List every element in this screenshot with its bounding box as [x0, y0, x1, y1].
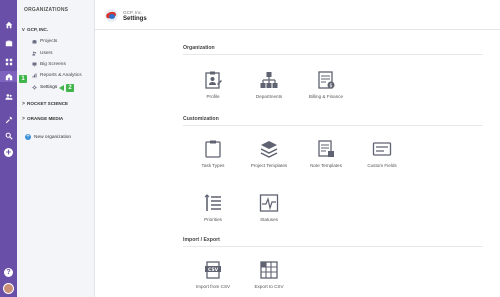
- screen-icon: [32, 62, 37, 67]
- help-icon[interactable]: ?: [4, 268, 13, 277]
- tile-import-from-csv[interactable]: CSV Import from CSV: [183, 260, 243, 289]
- tile-profile[interactable]: Profile: [183, 70, 243, 99]
- add-icon[interactable]: +: [4, 148, 13, 157]
- arrow-left-icon: [59, 85, 64, 91]
- divider: [183, 125, 483, 126]
- bar-chart-icon: [32, 73, 37, 78]
- step-badge-1: 1: [19, 75, 27, 83]
- clipboard-icon: [205, 140, 221, 158]
- organization-icon[interactable]: [0, 71, 17, 82]
- org-name: GCP, Inc.: [123, 10, 143, 15]
- sidebar-title: ORGANIZATIONS: [24, 7, 69, 13]
- divider: [183, 246, 483, 247]
- step-badge-2: 2: [66, 84, 74, 92]
- sidebar-item-projects[interactable]: Projects: [32, 39, 57, 44]
- csv-import-icon: CSV: [205, 261, 221, 279]
- sidebar-item-big-screens[interactable]: Big Screens: [32, 62, 66, 67]
- custom-fields-icon: [372, 142, 392, 156]
- page-title: Settings: [123, 16, 147, 22]
- priorities-icon: [204, 194, 221, 211]
- tile-custom-fields[interactable]: Custom Fields: [352, 139, 412, 168]
- org-rocket-science[interactable]: > ROCKET SCIENCE: [22, 101, 68, 107]
- tile-export-to-csv[interactable]: Export to CSV: [239, 260, 299, 289]
- new-organization-button[interactable]: + New organization: [25, 134, 71, 140]
- statuses-icon: [259, 194, 279, 212]
- tile-task-types[interactable]: Task Types: [183, 139, 243, 168]
- profile-icon: [205, 71, 222, 89]
- users-icon: [32, 51, 37, 56]
- home-icon[interactable]: [3, 19, 14, 30]
- org-orange-media[interactable]: > ORANGE MEDIA: [22, 116, 63, 122]
- layers-icon: [260, 141, 278, 158]
- org-logo: [105, 9, 118, 22]
- section-title-import-export: Import / Export: [183, 237, 220, 243]
- organizations-sidebar: ORGANIZATIONS v GCP, INC. Projects Users …: [17, 0, 95, 297]
- divider: [183, 54, 483, 55]
- departments-icon: [260, 72, 278, 88]
- search-icon[interactable]: [3, 130, 14, 141]
- briefcase-icon[interactable]: [3, 37, 14, 48]
- csv-export-icon: [260, 261, 278, 279]
- tile-billing-finance[interactable]: $ Billing & Finance: [296, 70, 356, 99]
- svg-text:$: $: [329, 83, 332, 89]
- grid-icon[interactable]: [3, 56, 14, 67]
- billing-icon: $: [318, 71, 335, 89]
- tile-note-templates[interactable]: Note Templates: [296, 139, 356, 168]
- org-gcp[interactable]: v GCP, INC.: [22, 27, 48, 33]
- sidebar-item-users[interactable]: Users: [32, 51, 53, 56]
- wrench-icon[interactable]: [3, 114, 14, 125]
- section-title-customization: Customization: [183, 116, 219, 122]
- sidebar-item-settings[interactable]: Settings: [32, 85, 57, 90]
- avatar[interactable]: [3, 283, 14, 294]
- briefcase-icon: [32, 40, 37, 44]
- tile-priorities[interactable]: Priorities: [183, 193, 243, 222]
- svg-text:CSV: CSV: [208, 267, 219, 273]
- users-icon[interactable]: [3, 91, 14, 102]
- app-rail: + ?: [0, 0, 17, 297]
- tile-statuses[interactable]: Statuses: [239, 193, 299, 222]
- gear-icon: [32, 85, 37, 90]
- tile-project-templates[interactable]: Project Templates: [239, 139, 299, 168]
- plus-icon: +: [25, 134, 31, 140]
- sidebar-item-reports-analytics[interactable]: Reports & Analytics: [32, 73, 82, 78]
- section-title-organization: Organization: [183, 45, 215, 51]
- page-header: GCP, Inc. Settings: [95, 0, 500, 30]
- settings-main: Organization Profile Departments $ Billi: [95, 31, 500, 297]
- note-icon: [318, 140, 334, 157]
- tile-departments[interactable]: Departments: [239, 70, 299, 99]
